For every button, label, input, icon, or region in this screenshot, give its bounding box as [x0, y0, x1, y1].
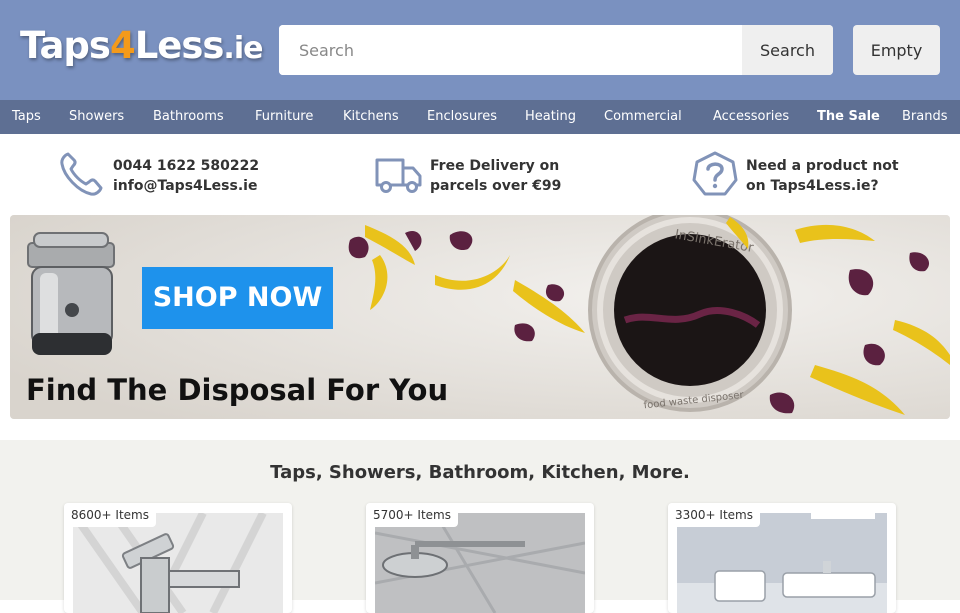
- search-button[interactable]: Search: [742, 25, 833, 75]
- logo-text-less: Less: [134, 24, 225, 67]
- banner-caption: Find The Disposal For You: [26, 373, 449, 407]
- usp-delivery[interactable]: Free Delivery on parcels over €99: [375, 150, 575, 202]
- site-logo[interactable]: Taps4Less.ie: [20, 24, 263, 67]
- search-input[interactable]: [279, 25, 742, 75]
- nav-item-enclosures[interactable]: Enclosures: [427, 100, 497, 134]
- category-item-count: 8600+ Items: [64, 503, 156, 527]
- nav-item-commercial[interactable]: Commercial: [604, 100, 682, 134]
- nav-item-the-sale[interactable]: The Sale: [817, 100, 880, 134]
- main-nav: Taps Showers Bathrooms Furniture Kitchen…: [0, 100, 960, 134]
- truck-icon: [375, 158, 422, 193]
- usp-help[interactable]: Need a product not on Taps4Less.ie?: [691, 150, 911, 202]
- nav-item-bathrooms[interactable]: Bathrooms: [153, 100, 224, 134]
- shower-product-image: [375, 513, 585, 613]
- usp-help-line2: on Taps4Less.ie?: [746, 178, 879, 194]
- category-card-taps[interactable]: 8600+ Items: [64, 503, 292, 613]
- usp-contact-email: info@Taps4Less.ie: [113, 178, 258, 194]
- question-icon: [692, 151, 738, 196]
- cart-button[interactable]: Empty: [853, 25, 940, 75]
- category-card-showers[interactable]: 5700+ Items: [366, 503, 594, 613]
- usp-delivery-line1: Free Delivery on: [430, 158, 560, 174]
- category-card-bathrooms[interactable]: 3300+ Items: [668, 503, 896, 613]
- category-section: Taps, Showers, Bathroom, Kitchen, More. …: [0, 440, 960, 613]
- bathroom-product-image: [677, 513, 887, 613]
- logo-text-four: 4: [109, 24, 136, 67]
- usp-help-line1: Need a product not: [746, 158, 899, 174]
- hero-banner[interactable]: InSinkErator food waste disposer SHOP NO…: [10, 215, 950, 419]
- nav-item-accessories[interactable]: Accessories: [713, 100, 789, 134]
- usp-contact[interactable]: 0044 1622 580222 info@Taps4Less.ie: [58, 150, 278, 202]
- nav-item-heating[interactable]: Heating: [525, 100, 576, 134]
- section-title: Taps, Showers, Bathroom, Kitchen, More.: [270, 462, 690, 483]
- logo-text-taps: Taps: [20, 24, 111, 67]
- nav-item-taps[interactable]: Taps: [12, 100, 41, 134]
- shop-now-button[interactable]: SHOP NOW: [142, 267, 333, 329]
- category-item-count: 3300+ Items: [668, 503, 760, 527]
- site-header: Taps4Less.ie Search Empty: [0, 0, 960, 100]
- phone-icon: [60, 152, 103, 196]
- logo-text-tld: .ie: [223, 31, 263, 66]
- search-bar: Search: [279, 25, 833, 75]
- category-item-count: 5700+ Items: [366, 503, 458, 527]
- usp-delivery-line2: parcels over €99: [430, 178, 562, 194]
- tap-product-image: [73, 513, 283, 613]
- nav-item-brands[interactable]: Brands: [902, 100, 948, 134]
- nav-item-furniture[interactable]: Furniture: [255, 100, 313, 134]
- nav-item-kitchens[interactable]: Kitchens: [343, 100, 399, 134]
- nav-item-showers[interactable]: Showers: [69, 100, 124, 134]
- usp-contact-phone: 0044 1622 580222: [113, 158, 260, 174]
